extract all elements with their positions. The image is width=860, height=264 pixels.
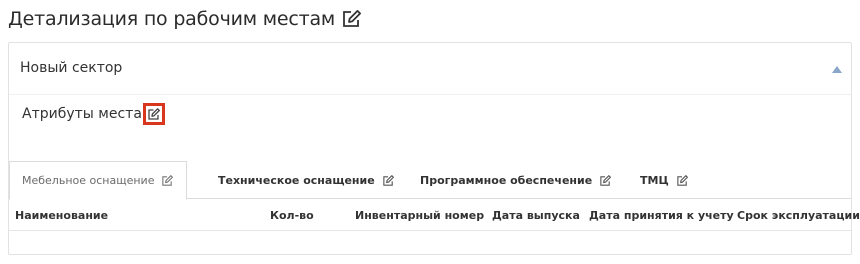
edit-icon[interactable] [161, 174, 174, 187]
column-quantity[interactable]: Кол-во [270, 209, 314, 222]
column-release-date[interactable]: Дата выпуска [492, 209, 580, 222]
tab-software[interactable]: Программное обеспечение [420, 161, 612, 199]
column-name[interactable]: Наименование [15, 209, 108, 222]
attributes-row: Атрибуты места [22, 103, 165, 125]
tab-label: Программное обеспечение [420, 173, 593, 187]
attributes-label: Атрибуты места [22, 106, 142, 122]
sector-title: Новый сектор [20, 60, 123, 76]
edit-icon [148, 108, 160, 120]
tab-furniture[interactable]: Мебельное оснащение [9, 161, 188, 200]
attributes-edit-button[interactable] [142, 103, 165, 125]
column-service-life[interactable]: Срок эксплуатации [737, 209, 860, 222]
edit-icon[interactable] [676, 174, 689, 187]
page-title-text: Детализация по рабочим местам [8, 8, 336, 30]
table-header: Наименование Кол-во Инвентарный номер Да… [9, 200, 860, 231]
tab-label: Техническое оснащение [218, 173, 375, 187]
tab-label: ТМЦ [640, 173, 669, 187]
column-inventory-number[interactable]: Инвентарный номер [355, 209, 484, 222]
tab-label: Мебельное оснащение [22, 174, 155, 187]
tab-inventory[interactable]: ТМЦ [640, 161, 689, 199]
page-title: Детализация по рабочим местам [8, 8, 363, 30]
caret-up-icon[interactable] [829, 62, 845, 76]
tab-technical[interactable]: Техническое оснащение [218, 161, 395, 199]
workplace-card: Новый сектор Атрибуты места Мебельное ос… [8, 42, 860, 255]
sector-header[interactable]: Новый сектор [9, 43, 851, 95]
column-acceptance-date[interactable]: Дата принятия к учету [589, 209, 734, 222]
edit-icon[interactable] [599, 174, 612, 187]
edit-icon[interactable] [341, 8, 363, 30]
edit-icon[interactable] [382, 174, 395, 187]
equipment-tabs: Мебельное оснащение Техническое оснащени… [9, 161, 851, 200]
